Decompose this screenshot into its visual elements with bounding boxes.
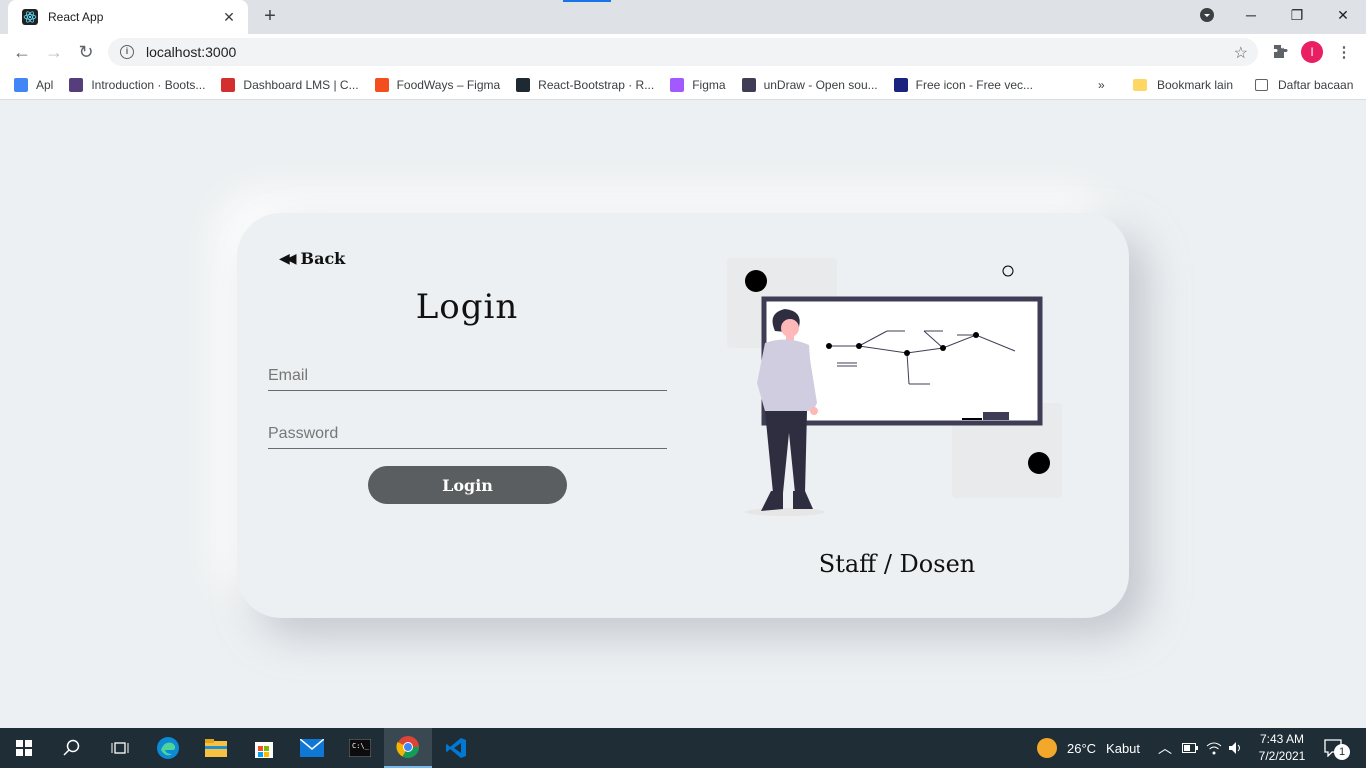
clock-date: 7/2/2021 xyxy=(1258,749,1306,763)
back-arrow-icon[interactable]: ← xyxy=(6,36,38,68)
wifi-icon[interactable] xyxy=(1206,728,1222,768)
terminal-icon[interactable]: C:\_ xyxy=(336,728,384,768)
forward-arrow-icon[interactable]: → xyxy=(38,36,70,68)
undraw-icon xyxy=(741,77,756,92)
react-bootstrap-icon xyxy=(516,77,531,92)
rewind-icon: ◀◀ xyxy=(279,250,296,267)
search-icon[interactable] xyxy=(48,728,96,768)
bookmark-label: Dashboard LMS | C... xyxy=(243,77,359,92)
marker xyxy=(962,418,982,420)
site-info-icon[interactable]: i xyxy=(120,45,134,59)
notification-center[interactable]: 1 xyxy=(1324,728,1350,768)
role-label: Staff / Dosen xyxy=(818,550,976,578)
show-hidden-icons-chevron-icon[interactable]: ︿ xyxy=(1158,728,1172,768)
clock-time: 7:43 AM xyxy=(1259,732,1305,746)
extensions-puzzle-icon[interactable] xyxy=(1270,42,1290,62)
chrome-menu-icon[interactable]: ⋮ xyxy=(1334,42,1354,62)
bookmark-label: Introduction · Boots... xyxy=(91,77,206,92)
vscode-icon[interactable] xyxy=(432,728,480,768)
dot-large-bottom xyxy=(1028,452,1050,474)
browser-tab-strip: React App ✕ + ─ ❐ ✕ xyxy=(0,0,1366,34)
restore-button[interactable]: ❐ xyxy=(1274,0,1320,30)
figma-icon xyxy=(670,77,685,92)
other-bookmarks[interactable]: Bookmark lain xyxy=(1133,70,1233,100)
bookmark-item[interactable]: Free icon - Free vec... xyxy=(893,77,1033,92)
whiteboard-tray xyxy=(983,412,1009,420)
bookmark-item[interactable]: Apl xyxy=(14,77,54,92)
edge-browser-icon[interactable] xyxy=(144,728,192,768)
bookmark-label: React-Bootstrap · R... xyxy=(538,77,655,92)
dot-large-top xyxy=(745,270,767,292)
weather-temp: 26°C xyxy=(1067,740,1097,756)
weather-fog-icon xyxy=(1037,738,1057,758)
presentation-illustration xyxy=(727,258,1062,516)
bookmark-item[interactable]: Figma xyxy=(670,77,726,92)
email-input[interactable] xyxy=(268,361,667,391)
reading-list-icon xyxy=(1255,79,1268,91)
browser-tab[interactable]: React App ✕ xyxy=(8,0,248,34)
browser-toolbar: ← → ↻ i localhost:3000 ☆ xyxy=(0,34,1366,70)
weather-widget[interactable]: 26°C Kabut xyxy=(1037,728,1140,768)
reading-list[interactable]: Daftar bacaan xyxy=(1255,70,1353,100)
apps-grid-icon xyxy=(14,77,28,92)
login-heading: Login xyxy=(415,287,519,327)
login-card: ◀◀ Back Login Login xyxy=(237,213,1129,618)
tab-drag-indicator xyxy=(563,0,611,2)
bookmark-star-icon[interactable]: ☆ xyxy=(1234,43,1248,63)
bookmark-item[interactable]: Dashboard LMS | C... xyxy=(221,77,359,92)
login-button[interactable]: Login xyxy=(368,466,567,504)
microsoft-store-icon[interactable] xyxy=(240,728,288,768)
bookmark-label: Free icon - Free vec... xyxy=(915,77,1033,92)
back-link[interactable]: ◀◀ Back xyxy=(279,249,345,268)
battery-icon[interactable] xyxy=(1182,728,1198,768)
bookmark-label: Apl xyxy=(36,77,54,92)
back-label: Back xyxy=(300,249,346,268)
chrome-taskbar-icon[interactable] xyxy=(384,728,432,768)
other-bookmarks-label: Bookmark lain xyxy=(1157,78,1234,92)
svg-text:C:\_: C:\_ xyxy=(352,742,370,750)
dot-outline xyxy=(1002,265,1014,277)
folder-icon xyxy=(1133,79,1147,91)
start-windows-icon[interactable] xyxy=(0,728,48,768)
profile-avatar[interactable]: I xyxy=(1301,41,1323,63)
bookmark-label: Figma xyxy=(692,77,726,92)
tab-search-icon[interactable] xyxy=(1184,0,1230,30)
bookmark-item[interactable]: FoodWays – Figma xyxy=(374,77,501,92)
bookmark-overflow-chevron-icon[interactable]: » xyxy=(1098,70,1105,100)
notification-count-badge: 1 xyxy=(1334,744,1350,760)
tab-close-icon[interactable]: ✕ xyxy=(220,9,238,26)
bookmark-item[interactable]: unDraw - Open sou... xyxy=(741,77,878,92)
bookmark-label: FoodWays – Figma xyxy=(396,77,501,92)
reload-icon[interactable]: ↻ xyxy=(70,36,102,68)
new-tab-button[interactable]: + xyxy=(260,6,280,26)
app-page: ◀◀ Back Login Login xyxy=(0,101,1366,728)
url-text: localhost:3000 xyxy=(146,44,237,60)
task-view-icon[interactable] xyxy=(96,728,144,768)
figma-icon xyxy=(374,77,389,92)
address-bar[interactable]: i localhost:3000 ☆ xyxy=(108,38,1258,66)
file-explorer-icon[interactable] xyxy=(192,728,240,768)
react-favicon-icon xyxy=(22,9,38,25)
minimize-button[interactable]: ─ xyxy=(1228,0,1274,30)
dashboard-icon xyxy=(221,77,236,92)
bookmark-item[interactable]: React-Bootstrap · R... xyxy=(516,77,655,92)
bookmark-item[interactable]: Introduction · Boots... xyxy=(69,77,206,92)
mail-icon[interactable] xyxy=(288,728,336,768)
password-input[interactable] xyxy=(268,419,667,449)
bootstrap-icon xyxy=(69,77,84,92)
close-window-button[interactable]: ✕ xyxy=(1320,0,1366,30)
clock[interactable]: 7:43 AM 7/2/2021 xyxy=(1254,728,1310,768)
reading-list-label: Daftar bacaan xyxy=(1278,78,1354,92)
volume-icon[interactable] xyxy=(1228,728,1244,768)
freepik-icon xyxy=(893,77,908,92)
bookmark-label: unDraw - Open sou... xyxy=(763,77,878,92)
weather-desc: Kabut xyxy=(1106,740,1141,756)
tab-title: React App xyxy=(48,10,104,24)
